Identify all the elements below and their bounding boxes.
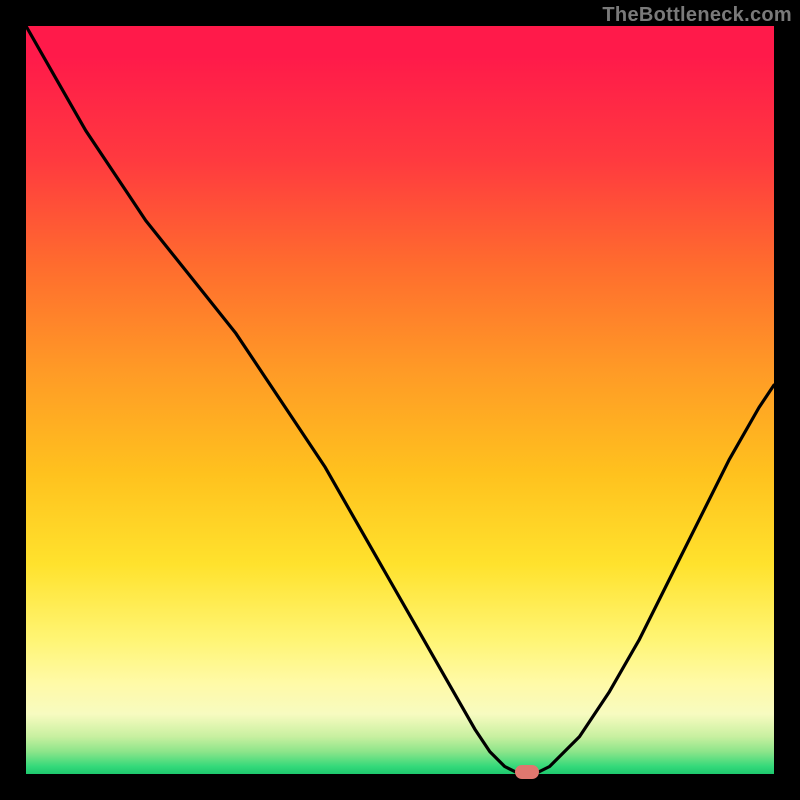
chart-frame: TheBottleneck.com	[0, 0, 800, 800]
bottleneck-curve	[26, 26, 774, 774]
watermark-text: TheBottleneck.com	[602, 4, 792, 27]
chart-curve-layer	[26, 26, 774, 774]
optimum-marker	[515, 765, 539, 779]
